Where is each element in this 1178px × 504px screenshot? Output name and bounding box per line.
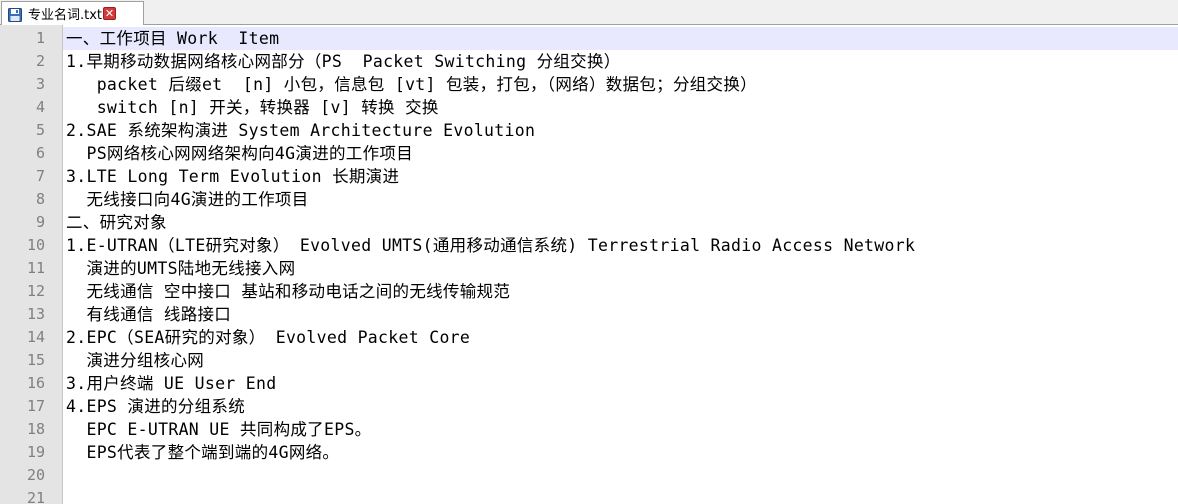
line-number: 6 <box>35 144 45 162</box>
line-number: 12 <box>26 282 45 300</box>
line-number: 10 <box>26 236 45 254</box>
editor-line[interactable]: 17 4.EPS 演进的分组系统 <box>0 395 1178 418</box>
editor-line[interactable]: 21 <box>0 487 1178 504</box>
line-number: 21 <box>26 489 45 504</box>
line-number: 2 <box>35 52 45 70</box>
line-text[interactable]: EPC E-UTRAN UE 共同构成了EPS。 <box>66 418 371 441</box>
line-number: 4 <box>35 98 45 116</box>
line-number: 3 <box>35 75 45 93</box>
line-number: 9 <box>35 213 45 231</box>
line-text[interactable]: 有线通信 线路接口 <box>66 303 231 326</box>
editor-line[interactable]: 6 PS网络核心网网络架构向4G演进的工作项目 <box>0 142 1178 165</box>
line-number: 15 <box>26 351 45 369</box>
line-text[interactable]: 3.LTE Long Term Evolution 长期演进 <box>66 165 399 188</box>
editor-line[interactable]: 18 EPC E-UTRAN UE 共同构成了EPS。 <box>0 418 1178 441</box>
line-number: 13 <box>26 305 45 323</box>
line-text[interactable]: 无线通信 空中接口 基站和移动电话之间的无线传输规范 <box>66 280 510 303</box>
editor-line[interactable]: 11 演进的UMTS陆地无线接入网 <box>0 257 1178 280</box>
line-text[interactable]: 3.用户终端 UE User End <box>66 372 276 395</box>
editor-line[interactable]: 3 packet 后缀et [n] 小包，信息包 [vt] 包装，打包，（网络）… <box>0 73 1178 96</box>
line-text[interactable]: 一、工作项目 Work Item <box>66 27 279 50</box>
file-tab[interactable]: 专业名词.txt ✕ <box>1 1 144 25</box>
editor-line[interactable]: 12 无线通信 空中接口 基站和移动电话之间的无线传输规范 <box>0 280 1178 303</box>
editor-line[interactable]: 1 一、工作项目 Work Item <box>0 27 1178 50</box>
line-number: 19 <box>26 443 45 461</box>
editor-line[interactable]: 2 1.早期移动数据网络核心网部分（PS Packet Switching 分组交… <box>0 50 1178 73</box>
line-number: 16 <box>26 374 45 392</box>
line-number: 8 <box>35 190 45 208</box>
line-text[interactable]: PS网络核心网网络架构向4G演进的工作项目 <box>66 142 413 165</box>
tab-bar: 专业名词.txt ✕ <box>0 0 1178 25</box>
line-number: 1 <box>35 29 45 47</box>
line-text[interactable]: 4.EPS 演进的分组系统 <box>66 395 245 418</box>
line-text[interactable]: switch [n] 开关，转换器 [v] 转换 交换 <box>66 96 439 119</box>
line-text[interactable]: 二、研究对象 <box>66 211 167 234</box>
editor-lines: 1 一、工作项目 Work Item 2 1.早期移动数据网络核心网部分（PS Pac… <box>0 27 1178 504</box>
line-text[interactable]: packet 后缀et [n] 小包，信息包 [vt] 包装，打包，（网络）数据… <box>66 73 757 96</box>
editor-line[interactable]: 7 3.LTE Long Term Evolution 长期演进 <box>0 165 1178 188</box>
line-text[interactable]: EPS代表了整个端到端的4G网络。 <box>66 441 339 464</box>
line-text[interactable]: 1.早期移动数据网络核心网部分（PS Packet Switching 分组交换… <box>66 50 621 73</box>
floppy-disk-icon <box>8 7 22 22</box>
line-text[interactable]: 演进分组核心网 <box>66 349 204 372</box>
editor-line[interactable]: 16 3.用户终端 UE User End <box>0 372 1178 395</box>
editor-line[interactable]: 20 <box>0 464 1178 487</box>
line-number: 14 <box>26 328 45 346</box>
editor-line[interactable]: 15 演进分组核心网 <box>0 349 1178 372</box>
tab-filename: 专业名词.txt <box>28 8 103 23</box>
close-icon[interactable]: ✕ <box>103 7 117 20</box>
line-number: 11 <box>26 259 45 277</box>
editor-line[interactable]: 13 有线通信 线路接口 <box>0 303 1178 326</box>
editor-line[interactable]: 10 1.E-UTRAN（LTE研究对象） Evolved UMTS(通用移动通信… <box>0 234 1178 257</box>
line-number: 17 <box>26 397 45 415</box>
line-text[interactable]: 1.E-UTRAN（LTE研究对象） Evolved UMTS(通用移动通信系统… <box>66 234 915 257</box>
editor-line[interactable]: 4 switch [n] 开关，转换器 [v] 转换 交换 <box>0 96 1178 119</box>
editor-line[interactable]: 19 EPS代表了整个端到端的4G网络。 <box>0 441 1178 464</box>
editor-line[interactable]: 9 二、研究对象 <box>0 211 1178 234</box>
line-number: 5 <box>35 121 45 139</box>
editor-line[interactable]: 8 无线接口向4G演进的工作项目 <box>0 188 1178 211</box>
line-number: 20 <box>26 466 45 484</box>
line-text[interactable]: 2.EPC（SEA研究的对象） Evolved Packet Core <box>66 326 470 349</box>
text-editor[interactable]: 1 一、工作项目 Work Item 2 1.早期移动数据网络核心网部分（PS Pac… <box>0 25 1178 504</box>
editor-line[interactable]: 5 2.SAE 系统架构演进 System Architecture Evolut… <box>0 119 1178 142</box>
line-number: 18 <box>26 420 45 438</box>
line-text[interactable]: 2.SAE 系统架构演进 System Architecture Evoluti… <box>66 119 535 142</box>
line-number: 7 <box>35 167 45 185</box>
editor-line[interactable]: 14 2.EPC（SEA研究的对象） Evolved Packet Core <box>0 326 1178 349</box>
line-text[interactable]: 演进的UMTS陆地无线接入网 <box>66 257 295 280</box>
line-text[interactable]: 无线接口向4G演进的工作项目 <box>66 188 309 211</box>
